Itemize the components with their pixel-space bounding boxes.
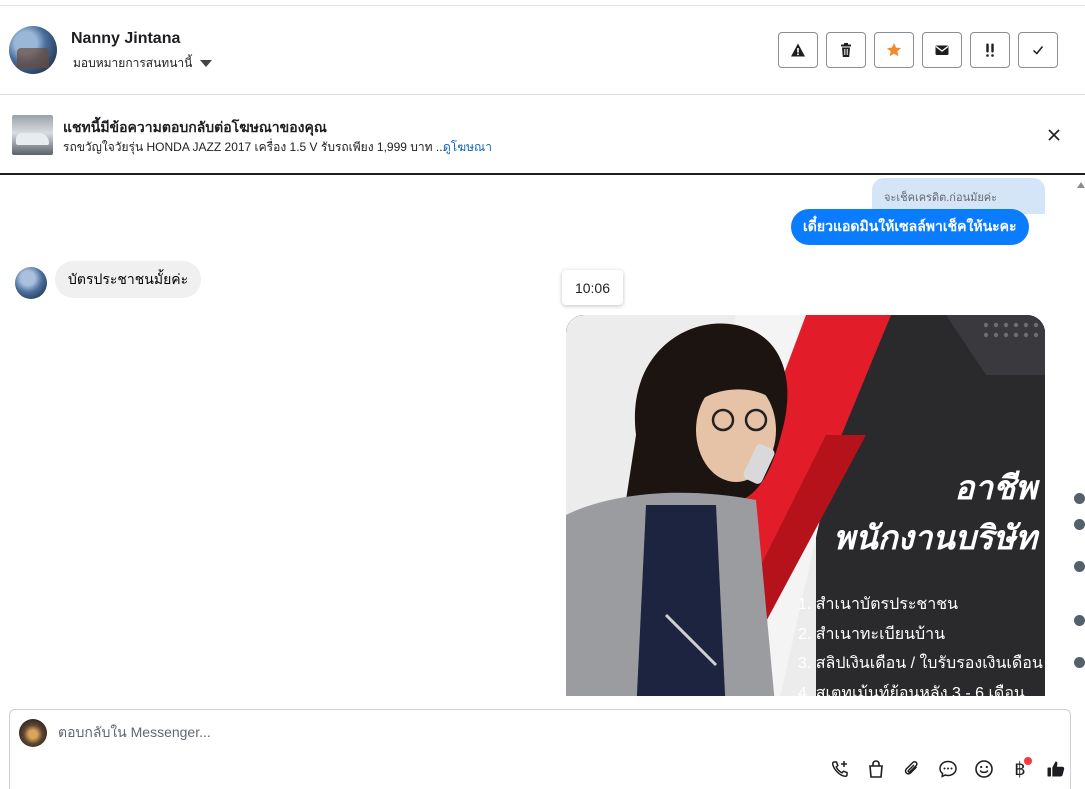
action-toolbar bbox=[778, 32, 1058, 68]
phone-plus-icon bbox=[831, 761, 848, 778]
side-avatar[interactable] bbox=[1074, 561, 1085, 572]
exclamation-icon bbox=[986, 43, 994, 57]
like-button[interactable] bbox=[1044, 757, 1068, 781]
media-title-line2: พนักงานบริษัท bbox=[833, 519, 1037, 556]
close-icon bbox=[1048, 129, 1060, 141]
image-attachment[interactable]: อาชีพ พนักงานบริษัท 1. สำเนาบัตรประชาชน … bbox=[566, 315, 1045, 696]
view-ad-link[interactable]: ดูโฆษณา bbox=[443, 138, 492, 157]
thumbs-up-icon bbox=[1047, 761, 1065, 777]
smiley-icon bbox=[975, 760, 993, 778]
check-icon bbox=[1032, 46, 1044, 55]
media-list-item: 3. สลิปเงินเดือน / ใบรับรองเงินเดือน bbox=[798, 655, 1043, 672]
follow-up-button[interactable] bbox=[970, 32, 1010, 68]
chat-bubble-icon bbox=[939, 760, 957, 778]
media-document-list: 1. สำเนาบัตรประชาชน 2. สำเนาทะเบียนบ้าน … bbox=[798, 590, 1043, 696]
contact-avatar-small bbox=[15, 267, 47, 299]
trash-icon bbox=[841, 43, 851, 57]
side-avatar[interactable] bbox=[1074, 519, 1085, 530]
side-avatar[interactable] bbox=[1074, 657, 1085, 668]
top-divider bbox=[0, 0, 1085, 6]
emoji-button[interactable] bbox=[972, 757, 996, 781]
ad-reply-banner: แชทนี้มีข้อความตอบกลับต่อโฆษณาของคุณ รถข… bbox=[0, 95, 1085, 175]
mark-done-button[interactable] bbox=[1018, 32, 1058, 68]
side-avatar[interactable] bbox=[1074, 493, 1085, 504]
ad-thumbnail[interactable] bbox=[12, 115, 53, 155]
scroll-up-arrow-icon[interactable] bbox=[1077, 182, 1085, 188]
add-call-button[interactable] bbox=[828, 757, 852, 781]
attach-file-button[interactable] bbox=[900, 757, 924, 781]
contact-name[interactable]: Nanny Jintana bbox=[71, 30, 180, 48]
star-button[interactable] bbox=[874, 32, 914, 68]
media-list-item: 4. สเตทเม้นท์ย้อนหลัง 3 - 6 เดือน bbox=[798, 684, 1025, 697]
side-avatar[interactable] bbox=[1074, 615, 1085, 626]
shopping-bag-icon bbox=[869, 760, 883, 778]
reply-input[interactable] bbox=[58, 724, 758, 740]
assign-label: มอบหมายการสนทนานี้ bbox=[73, 56, 193, 70]
delete-button[interactable] bbox=[826, 32, 866, 68]
timestamp-tooltip: 10:06 bbox=[562, 270, 623, 305]
composer-toolbar: ฿ bbox=[828, 757, 1068, 781]
notification-dot bbox=[1024, 757, 1032, 765]
report-button[interactable] bbox=[778, 32, 818, 68]
close-banner-button[interactable] bbox=[1044, 125, 1064, 145]
ad-banner-title: แชทนี้มีข้อความตอบกลับต่อโฆษณาของคุณ bbox=[63, 119, 327, 135]
saved-replies-button[interactable] bbox=[936, 757, 960, 781]
star-icon bbox=[887, 43, 901, 57]
media-list-item: 2. สำเนาทะเบียนบ้าน bbox=[798, 625, 946, 643]
ad-banner-description: รถขวัญใจวัยรุ่น HONDA JAZZ 2017 เครื่อง … bbox=[63, 140, 446, 154]
caret-down-icon bbox=[200, 60, 213, 67]
contact-avatar[interactable] bbox=[9, 26, 57, 74]
mark-unread-button[interactable] bbox=[922, 32, 962, 68]
media-title-line1: อาชีพ bbox=[954, 469, 1038, 506]
shop-button[interactable] bbox=[864, 757, 888, 781]
media-list-item: 1. สำเนาบัตรประชาชน bbox=[798, 596, 959, 613]
warning-icon bbox=[791, 43, 805, 57]
assign-conversation-dropdown[interactable]: มอบหมายการสนทนานี้ bbox=[73, 54, 213, 73]
payment-button[interactable]: ฿ bbox=[1008, 757, 1032, 781]
side-avatar-strip bbox=[1068, 481, 1085, 696]
conversation-header: Nanny Jintana มอบหมายการสนทนานี้ bbox=[0, 7, 1085, 95]
outgoing-message[interactable]: เดี๋ยวแอดมินให้เซลล์พาเช็คให้นะคะ bbox=[791, 209, 1029, 245]
incoming-message[interactable]: บัตรประชาชนมั้ยค่ะ bbox=[55, 261, 202, 298]
paperclip-icon bbox=[904, 760, 918, 775]
envelope-icon bbox=[935, 45, 949, 55]
message-thread[interactable]: จะเช็คเครดิต.ก่อนมัยค่ะ เดี๋ยวแอดมินให้เ… bbox=[0, 176, 1085, 696]
page-avatar bbox=[19, 719, 47, 747]
message-composer: ฿ bbox=[9, 709, 1071, 789]
